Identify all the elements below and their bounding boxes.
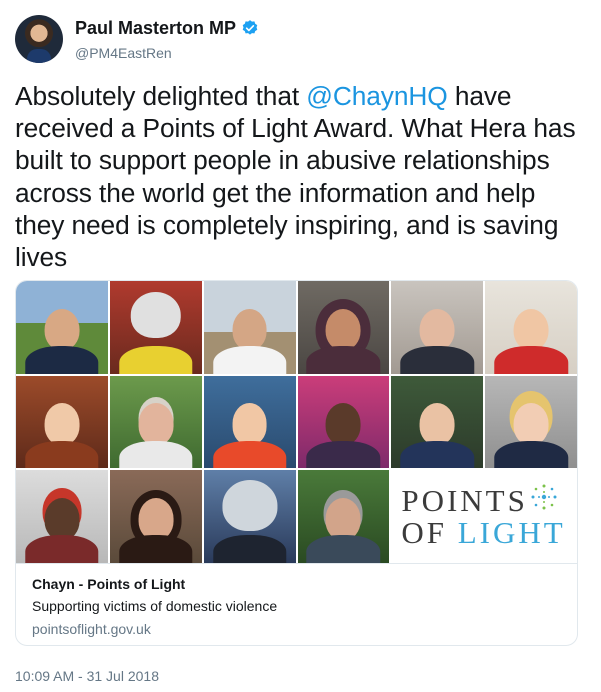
collage-photo [16, 375, 108, 469]
collage-photo [109, 281, 202, 374]
collage-photo [297, 375, 390, 469]
points-of-light-logo: POINTS OF LIGHT [391, 470, 577, 563]
collage-photo [109, 470, 202, 563]
collage-photo [203, 281, 296, 374]
collage-photo [16, 470, 108, 563]
verified-badge-icon [242, 20, 258, 35]
author-name[interactable]: Paul Masterton MP [75, 18, 236, 39]
author-handle[interactable]: @PM4EastRen [75, 45, 172, 61]
logo-text-of: OF [401, 514, 458, 550]
mention-link[interactable]: @ChaynHQ [306, 81, 447, 111]
logo-text-of-light: OF LIGHT [401, 515, 577, 551]
tweet-text-before: Absolutely delighted that [15, 81, 307, 111]
collage-photo [391, 281, 484, 374]
link-card[interactable]: POINTS OF LIGHT Chayn - Points of Light … [15, 280, 578, 646]
card-title[interactable]: Chayn - Points of Light [32, 576, 185, 592]
collage-photo [297, 470, 390, 563]
tweet-text: Absolutely delighted that @ChaynHQ have … [15, 80, 590, 273]
collage-photo [485, 281, 577, 374]
collage-photo [16, 281, 108, 374]
collage-photo [485, 375, 577, 469]
collage-photo [297, 281, 390, 374]
author-avatar[interactable] [15, 15, 63, 63]
collage-photo [203, 375, 296, 469]
card-domain: pointsoflight.gov.uk [32, 621, 151, 637]
card-description: Supporting victims of domestic violence [32, 598, 278, 614]
collage-photo [203, 470, 296, 563]
card-image-collage[interactable]: POINTS OF LIGHT [16, 281, 577, 563]
card-info[interactable]: Chayn - Points of Light Supporting victi… [16, 563, 577, 645]
tweet-timestamp[interactable]: 10:09 AM - 31 Jul 2018 [15, 668, 159, 684]
points-of-light-logo-icon [531, 484, 557, 510]
collage-photo [109, 375, 202, 469]
logo-text-light: LIGHT [457, 514, 566, 550]
author-name-row[interactable]: Paul Masterton MP [75, 17, 259, 39]
collage-photo [391, 375, 484, 469]
